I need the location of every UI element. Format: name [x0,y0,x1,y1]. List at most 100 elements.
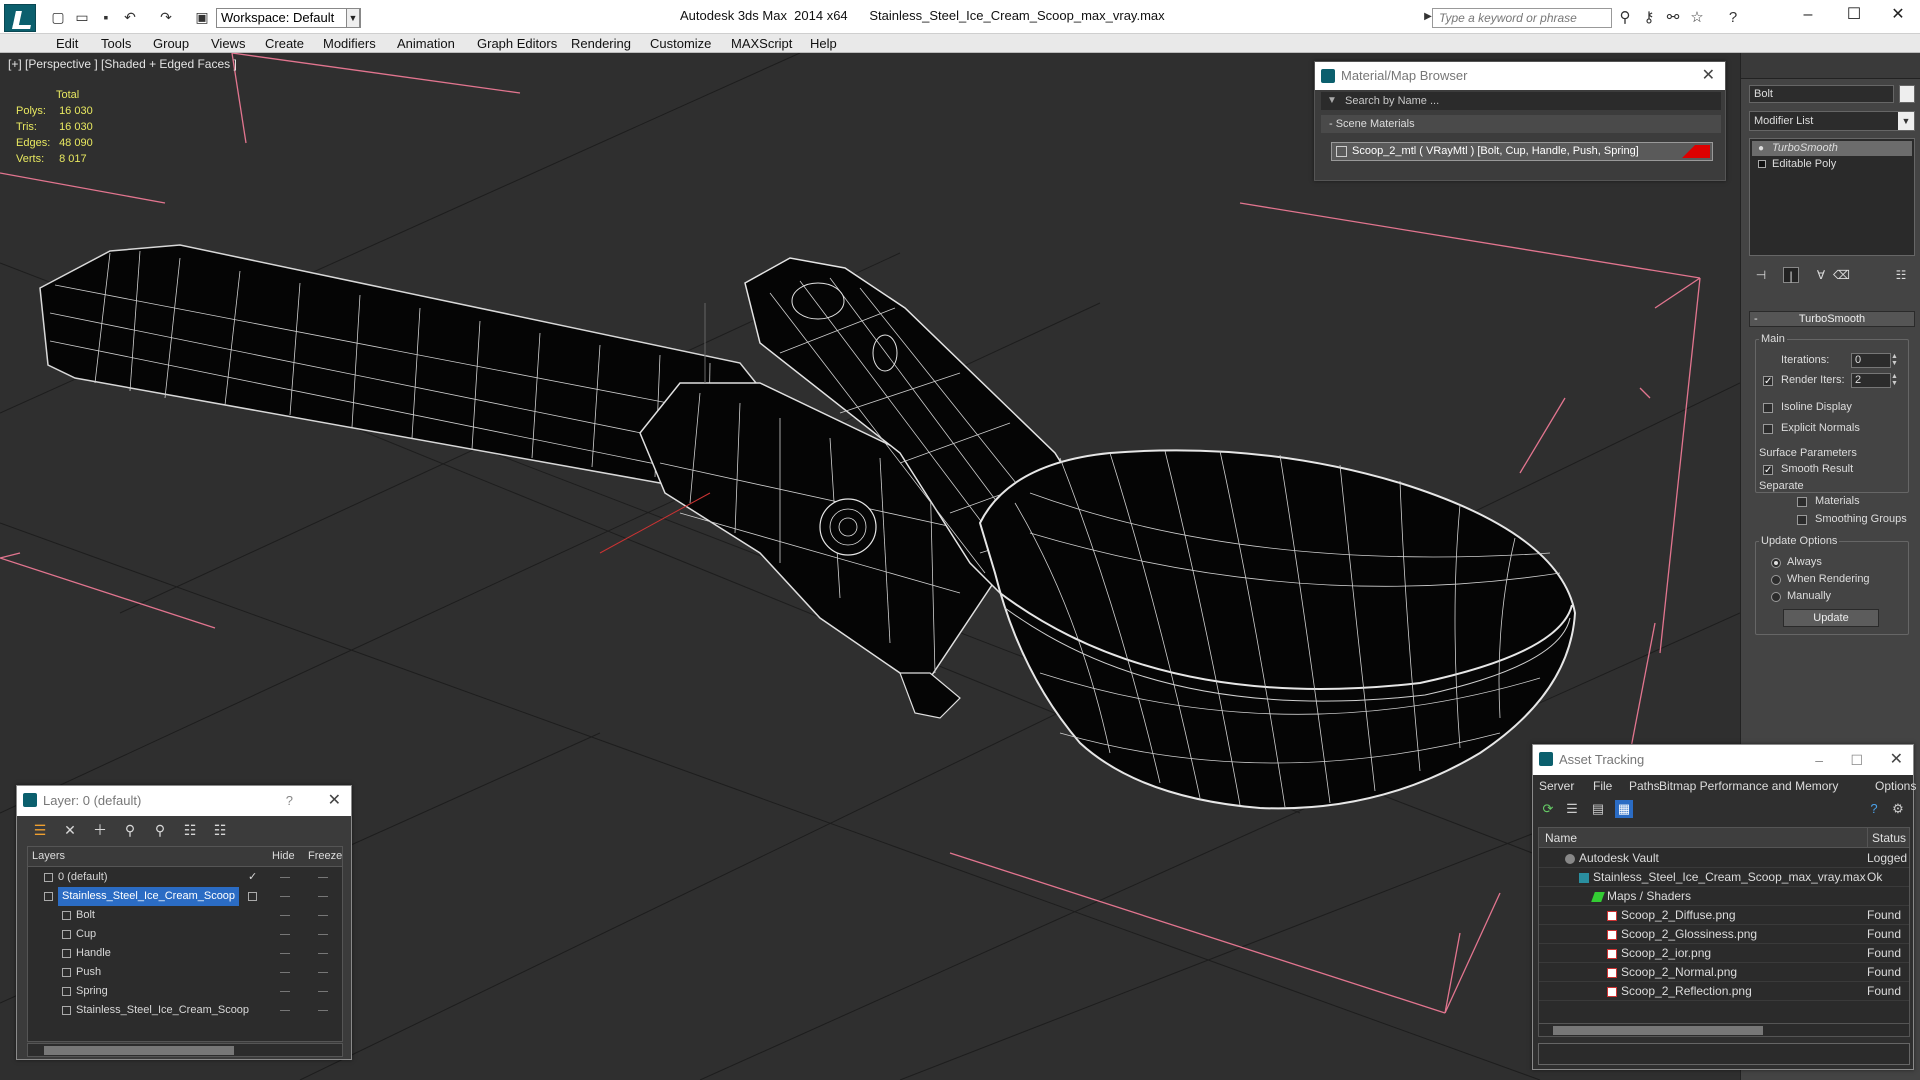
layer-row[interactable]: 0 (default) ✓ [28,868,342,887]
app-logo-icon[interactable] [4,4,36,32]
table-view-icon[interactable]: ▦ [1615,800,1633,818]
add-to-layer-icon[interactable]: ＋ [91,821,109,839]
project-folder-icon[interactable]: ▣ [194,9,210,25]
menu-create[interactable]: Create [265,34,304,53]
when-rendering-radio[interactable] [1771,575,1781,585]
minimize-button[interactable]: – [1790,4,1826,26]
settings-icon[interactable]: ⚙ [1889,800,1907,818]
help-icon[interactable]: ? [1865,800,1883,818]
search-input[interactable]: Type a keyword or phrase [1432,8,1612,28]
modifier-list-dropdown[interactable]: Modifier List ▼ [1749,111,1915,131]
open-file-icon[interactable]: ▭ [74,9,90,25]
mmb-titlebar[interactable]: Material/Map Browser ✕ [1315,62,1725,90]
tree-view-icon[interactable]: ▤ [1589,800,1607,818]
binoculars-icon[interactable]: ⚲ [1616,9,1634,27]
menu-tools[interactable]: Tools [101,34,131,53]
asset-titlebar[interactable]: Asset Tracking – ☐ ✕ [1533,745,1913,775]
highlight-layer-icon[interactable]: ⚲ [151,821,169,839]
close-button[interactable]: ✕ [1880,4,1916,26]
asset-menu-server[interactable]: Server [1539,776,1574,796]
menu-help[interactable]: Help [810,34,837,53]
layer-row[interactable]: Handle [28,944,342,963]
layer-row[interactable]: Push [28,963,342,982]
asset-menu-file[interactable]: File [1593,776,1612,796]
spinner-arrows-icon[interactable]: ▲ ▼ [1891,353,1900,368]
asset-hscrollbar[interactable] [1538,1023,1910,1037]
asset-row[interactable]: Stainless_Steel_Ice_Cream_Scoop_max_vray… [1539,868,1909,887]
col-freeze[interactable]: Freeze [308,850,342,862]
viewport-label[interactable]: [+] [Perspective ] [Shaded + Edged Faces… [8,57,237,71]
layer-row[interactable]: Stainless_Steel_Ice_Cream_Scoop [28,1001,342,1020]
active-layer-check-icon[interactable]: ✓ [248,868,257,887]
menu-edit[interactable]: Edit [56,34,78,53]
stack-item-turbosmooth[interactable]: ● TurboSmooth [1752,141,1912,156]
layer-row[interactable]: Cup [28,925,342,944]
make-unique-icon[interactable]: ∀ [1813,267,1829,283]
update-button[interactable]: Update [1783,609,1879,627]
chevron-down-icon[interactable]: ▼ [1898,112,1914,130]
asset-row[interactable]: Scoop_2_ior.png Found [1539,944,1909,963]
show-end-result-icon[interactable]: | [1783,267,1799,283]
asset-row[interactable]: Scoop_2_Diffuse.png Found [1539,906,1909,925]
create-layer-icon[interactable]: ☰ [31,821,49,839]
layer-row[interactable]: Spring [28,982,342,1001]
expand-icon[interactable] [1758,160,1766,168]
key-icon[interactable]: ⚷ [1640,9,1658,27]
asset-row[interactable]: Scoop_2_Reflection.png Found [1539,982,1909,1001]
menu-rendering[interactable]: Rendering [571,34,631,53]
asset-menu-bitmap[interactable]: Bitmap Performance and Memory [1659,776,1838,796]
close-icon[interactable]: ✕ [328,786,341,816]
menu-maxscript[interactable]: MAXScript [731,34,792,53]
object-name-field[interactable]: Bolt [1749,85,1894,103]
save-file-icon[interactable]: ▪ [98,9,114,25]
freeze-all-icon[interactable]: ☷ [211,821,229,839]
asset-row[interactable]: Autodesk Vault Logged Out [1539,849,1909,868]
menu-graph-editors[interactable]: Graph Editors [477,34,557,53]
isoline-display-checkbox[interactable] [1763,403,1773,413]
help-icon[interactable]: ? [1724,9,1742,27]
material-search-input[interactable]: ▼ Search by Name ... [1321,92,1721,110]
undo-icon[interactable]: ↶ [122,9,138,25]
maximize-icon[interactable]: ☐ [1850,745,1863,775]
col-hide[interactable]: Hide [272,850,295,862]
scene-materials-header[interactable]: - Scene Materials [1321,115,1721,133]
menu-modifiers[interactable]: Modifiers [323,34,376,53]
scroll-thumb[interactable] [44,1046,234,1055]
list-view-icon[interactable]: ☰ [1563,800,1581,818]
remove-modifier-icon[interactable]: ⌫ [1833,267,1850,283]
delete-layer-icon[interactable]: ✕ [61,821,79,839]
help-icon[interactable]: ? [286,786,293,816]
layer-hscrollbar[interactable] [27,1043,343,1057]
maximize-button[interactable]: ☐ [1836,4,1872,26]
star-icon[interactable]: ☆ [1688,9,1706,27]
menu-group[interactable]: Group [153,34,189,53]
close-icon[interactable]: ✕ [1702,62,1715,90]
col-layers[interactable]: Layers [32,850,65,862]
minimize-icon[interactable]: – [1815,745,1823,775]
workspace-dropdown[interactable]: Workspace: Default [216,8,361,28]
render-iters-checkbox[interactable]: ✓ [1763,376,1773,387]
always-radio[interactable] [1771,558,1781,568]
new-file-icon[interactable]: ▢ [50,9,66,25]
chevron-down-icon[interactable]: ▼ [346,8,360,28]
connect-icon[interactable]: ⚯ [1664,9,1682,27]
asset-row[interactable]: Scoop_2_Glossiness.png Found [1539,925,1909,944]
layer-active-box-icon[interactable] [248,892,257,901]
select-objects-icon[interactable]: ⚲ [121,821,139,839]
asset-menu-paths[interactable]: Paths [1629,776,1660,796]
render-iters-spinner[interactable]: 2 ▲ ▼ [1851,373,1898,388]
smooth-result-checkbox[interactable]: ✓ [1763,465,1773,476]
close-icon[interactable]: ✕ [1890,745,1903,775]
refresh-icon[interactable]: ⟳ [1539,800,1557,818]
turbosmooth-rollout-header[interactable]: - TurboSmooth [1749,311,1915,327]
layer-row[interactable]: Stainless_Steel_Ice_Cream_Scoop [28,887,342,906]
asset-row[interactable]: Scoop_2_Normal.png Found [1539,963,1909,982]
material-item[interactable]: Scoop_2_mtl ( VRayMtl ) [Bolt, Cup, Hand… [1331,142,1713,161]
redo-icon[interactable]: ↷ [158,9,174,25]
menu-views[interactable]: Views [211,34,245,53]
iterations-spinner[interactable]: 0 ▲ ▼ [1851,353,1898,368]
asset-menu-options[interactable]: Options [1875,776,1916,796]
smoothing-groups-checkbox[interactable] [1797,515,1807,525]
hide-all-icon[interactable]: ☷ [181,821,199,839]
asset-row[interactable]: Maps / Shaders [1539,887,1909,906]
